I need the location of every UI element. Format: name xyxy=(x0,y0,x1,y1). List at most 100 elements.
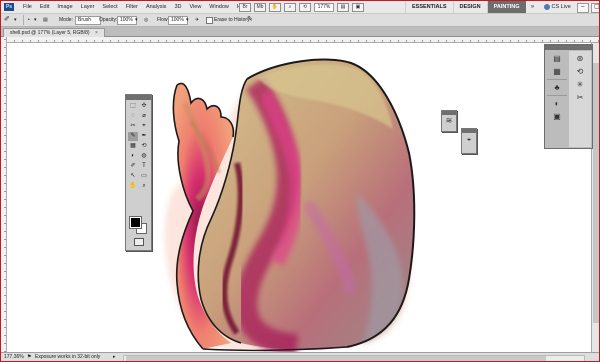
more-workspaces-chevron-icon[interactable]: » xyxy=(526,1,540,13)
quick-mask-button[interactable] xyxy=(134,238,144,246)
hand-tool-icon[interactable]: ✋ xyxy=(128,182,138,191)
application-bar-tools: Br Mb ✋ ⌕ ⟲ 177% ▤ ▣ xyxy=(239,3,364,12)
brush-panel-icon[interactable]: ✳ xyxy=(570,79,590,90)
document-tab[interactable]: shell.psd @ 177% (Layer 5, RGB/8) × xyxy=(3,28,105,37)
brush-presets-icon[interactable]: ≋ xyxy=(442,115,456,126)
status-bar: 177.36% ⚑ Exposure works in 32-bit only … xyxy=(1,352,599,361)
dodge-tool-icon[interactable]: ◍ xyxy=(139,152,149,161)
hand-view-button[interactable]: ✋ xyxy=(269,3,281,12)
close-tab-icon[interactable]: × xyxy=(95,30,98,36)
erase-to-history-checkbox[interactable] xyxy=(206,17,213,24)
mode-select[interactable]: Brush xyxy=(75,16,101,25)
dock-divider-2 xyxy=(547,95,567,96)
tools-panel-header[interactable] xyxy=(126,95,151,100)
history-panel-icon[interactable]: ⟲ xyxy=(570,66,590,77)
layers-panel-icon[interactable]: ▤ xyxy=(547,53,567,64)
lasso-tool-icon[interactable]: ◌ xyxy=(128,112,138,121)
screen-mode-button[interactable]: ▣ xyxy=(352,3,364,12)
menu-items: File Edit Image Layer Select Filter Anal… xyxy=(19,1,252,13)
zoom-level-field[interactable]: 177.36% xyxy=(4,354,24,361)
horizontal-scroll-thumb[interactable] xyxy=(126,356,546,361)
brush-panel-icon[interactable]: ▤ xyxy=(43,16,48,24)
menu-select[interactable]: Select xyxy=(98,1,121,13)
workspace-essentials[interactable]: ESSENTIALS xyxy=(405,1,453,13)
adjustments-panel-icon[interactable]: ◐ xyxy=(547,98,567,109)
zoom-tool-icon[interactable]: ⌕ xyxy=(139,182,149,191)
shape-tool-icon[interactable]: ▭ xyxy=(139,172,149,181)
marquee-tool-icon[interactable]: ⬚ xyxy=(128,102,138,111)
shell-painting xyxy=(164,58,416,352)
foreground-color-swatch[interactable] xyxy=(129,216,142,229)
flow-input[interactable]: 100% xyxy=(168,16,188,25)
maximize-button[interactable]: ▢ xyxy=(590,3,599,13)
workspace-design[interactable]: DESIGN xyxy=(452,1,487,13)
swatches-panel-icon[interactable]: ♣ xyxy=(547,82,567,93)
eraser-tool-preset-icon[interactable]: ✐ xyxy=(4,16,10,24)
menu-file[interactable]: File xyxy=(19,1,36,13)
opacity-chevron-icon[interactable]: ▾ xyxy=(135,16,138,24)
opacity-label: Opacity: xyxy=(99,17,118,23)
flow-chevron-icon[interactable]: ▾ xyxy=(186,16,189,24)
document-canvas[interactable] xyxy=(7,43,599,352)
path-selection-tool-icon[interactable]: ↖ xyxy=(128,172,138,181)
move-tool-icon[interactable]: ✣ xyxy=(139,102,149,111)
minimize-button[interactable]: – xyxy=(576,3,589,13)
bridge-button[interactable]: Br xyxy=(239,3,251,12)
airbrush-icon[interactable]: ✈ xyxy=(195,16,199,24)
gradient-tool-icon[interactable]: ◐ xyxy=(128,152,138,161)
pen-tool-icon[interactable]: ✐ xyxy=(128,162,138,171)
zoom-level-menu[interactable]: 177% xyxy=(314,3,334,12)
cs-live-button[interactable]: CS Live xyxy=(540,1,575,13)
cs-live-label: CS Live xyxy=(551,4,571,10)
menu-window[interactable]: Window xyxy=(205,1,233,13)
pressure-opacity-icon[interactable]: ◎ xyxy=(144,16,148,24)
pressure-size-icon[interactable]: ✎ xyxy=(247,16,253,24)
panel-dock: ▤ ▦ ♣ ◐ ▣ ⊛ ⟲ ✳ ✂ xyxy=(544,44,593,149)
menu-edit[interactable]: Edit xyxy=(36,1,53,13)
dock-column-right: ⊛ ⟲ ✳ ✂ xyxy=(569,51,591,147)
clone-stamp-tool-icon[interactable]: ✒ xyxy=(139,132,149,141)
dock-header[interactable] xyxy=(545,45,592,50)
erase-to-history-label: Erase to History xyxy=(214,17,250,23)
zoom-view-button[interactable]: ⌕ xyxy=(284,3,296,12)
menu-filter[interactable]: Filter xyxy=(122,1,142,13)
mini-bridge-button[interactable]: Mb xyxy=(254,3,266,12)
opacity-input[interactable]: 100% xyxy=(117,16,137,25)
document-tab-bar: shell.psd @ 177% (Layer 5, RGB/8) × xyxy=(1,27,599,37)
menu-image[interactable]: Image xyxy=(53,1,76,13)
horizontal-scrollbar[interactable] xyxy=(123,355,585,361)
cs-live-icon xyxy=(543,4,550,10)
brush-size-icon[interactable]: • xyxy=(28,16,30,24)
status-menu-arrow-icon[interactable]: ▸ xyxy=(113,354,116,361)
clone-source-panel-icon[interactable]: ✂ xyxy=(570,92,590,103)
channels-panel-icon[interactable]: ▦ xyxy=(547,66,567,77)
tool-presets-icon[interactable]: ◒ xyxy=(462,133,476,144)
menu-view[interactable]: View xyxy=(185,1,205,13)
rotate-view-button[interactable]: ⟲ xyxy=(299,3,311,12)
status-message: Exposure works in 32-bit only xyxy=(35,354,101,360)
pattern-tool-icon[interactable]: ▦ xyxy=(128,142,138,151)
vertical-scroll-thumb[interactable] xyxy=(593,63,599,323)
application-window: Ps File Edit Image Layer Select Filter A… xyxy=(0,0,600,362)
quick-selection-tool-icon[interactable]: ⌀ xyxy=(139,112,149,121)
menu-bar: Ps File Edit Image Layer Select Filter A… xyxy=(1,1,599,14)
history-brush-tool-icon[interactable]: ⟲ xyxy=(139,142,149,151)
eyedropper-tool-icon[interactable]: ⌖ xyxy=(139,122,149,131)
navigator-panel-icon[interactable]: ⊛ xyxy=(570,53,590,64)
workspace-painting[interactable]: PAINTING xyxy=(486,1,526,13)
dock-column-left: ▤ ▦ ♣ ◐ ▣ xyxy=(546,51,568,124)
menu-layer[interactable]: Layer xyxy=(77,1,99,13)
menu-analysis[interactable]: Analysis xyxy=(142,1,170,13)
arrange-documents-button[interactable]: ▤ xyxy=(337,3,349,12)
type-tool-icon[interactable]: T xyxy=(139,162,149,171)
masks-panel-icon[interactable]: ▣ xyxy=(547,111,567,122)
menu-3d[interactable]: 3D xyxy=(170,1,185,13)
brush-picker-chevron-icon[interactable]: ▾ xyxy=(34,16,37,24)
preset-chevron-icon[interactable]: ▾ xyxy=(14,16,17,24)
dock-divider xyxy=(547,79,567,80)
photoshop-logo: Ps xyxy=(4,3,14,11)
document-tab-title: shell.psd @ 177% (Layer 5, RGB/8) xyxy=(10,30,90,36)
crop-tool-icon[interactable]: ✂ xyxy=(128,122,138,131)
brush-tool-icon[interactable]: ✎ xyxy=(128,132,138,141)
brush-presets-mini-panel: ≋ xyxy=(441,110,457,132)
